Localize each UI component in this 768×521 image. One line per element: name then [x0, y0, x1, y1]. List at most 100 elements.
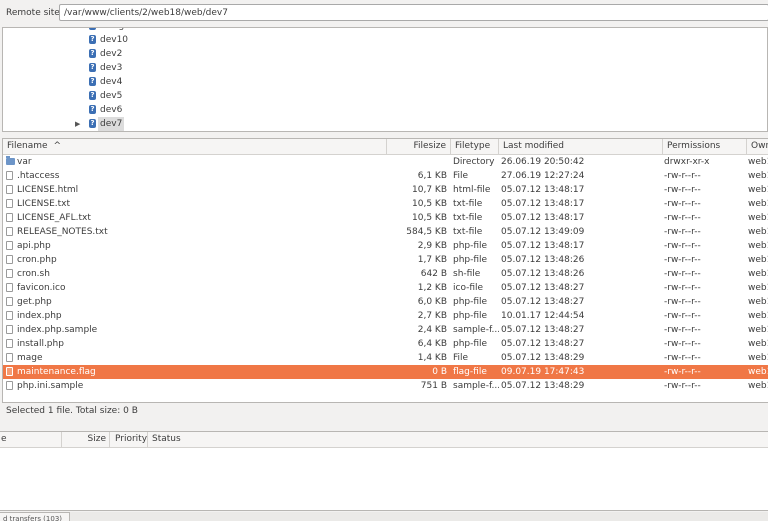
file-owner: web1	[748, 269, 768, 279]
tree-item-label: dev7	[98, 117, 125, 131]
file-permissions: -rw-r--r--	[664, 185, 701, 195]
table-row[interactable]: LICENSE.txt 10,5 KB txt-file 05.07.12 13:48…	[3, 197, 768, 211]
file-size: 2,7 KB	[417, 311, 447, 321]
column-owner[interactable]: Own	[747, 139, 768, 154]
table-row[interactable]: LICENSE.html 10,7 KB html-file 05.07.12 13:…	[3, 183, 768, 197]
selection-status: Selected 1 file. Total size: 0 B	[6, 406, 138, 416]
file-type: php-file	[453, 255, 488, 265]
file-icon	[6, 311, 13, 320]
tree-item-label: dev6	[100, 105, 123, 115]
queue-column-file[interactable]: e	[0, 432, 62, 447]
remote-path-input[interactable]	[59, 4, 768, 21]
tree-item-label: dev3	[100, 63, 123, 73]
tree-item-label: dev4	[100, 77, 123, 87]
file-name: cron.sh	[17, 269, 50, 279]
file-owner: web1	[748, 255, 768, 265]
file-permissions: -rw-r--r--	[664, 199, 701, 209]
table-row[interactable]: .htaccess 6,1 KB File 27.06.19 12:27:24 -rw-…	[3, 169, 768, 183]
file-size: 10,7 KB	[412, 185, 447, 195]
file-modified: 05.07.12 13:48:17	[501, 213, 585, 223]
file-size: 1,2 KB	[417, 283, 447, 293]
file-name: install.php	[17, 339, 64, 349]
file-type: sh-file	[453, 269, 481, 279]
file-list-header: Filename ^ Filesize Filetype Last modifi…	[3, 139, 768, 155]
table-row[interactable]: mage 1,4 KB File 05.07.12 13:48:29 -rw-r--r-…	[3, 351, 768, 365]
file-icon	[6, 325, 13, 334]
unknown-folder-icon: ?	[89, 119, 96, 128]
file-modified: 05.07.12 13:48:29	[501, 381, 585, 391]
file-icon	[6, 367, 13, 376]
transfer-queue[interactable]: e Size Priority Status	[0, 431, 768, 511]
table-row[interactable]: RELEASE_NOTES.txt 584,5 KB txt-file 05.07.1…	[3, 225, 768, 239]
queue-column-size[interactable]: Size	[62, 432, 110, 447]
tree-item[interactable]: ? dev2	[3, 47, 767, 61]
remote-directory-tree[interactable]: ?designer2?dev10?dev2?dev3?dev4?dev5?dev…	[2, 27, 768, 132]
table-row[interactable]: cron.php 1,7 KB php-file 05.07.12 13:48:26 -…	[3, 253, 768, 267]
file-icon	[6, 199, 13, 208]
file-owner: web1	[748, 325, 768, 335]
file-permissions: -rw-r--r--	[664, 171, 701, 181]
expand-arrow-icon[interactable]: ▶	[75, 117, 80, 131]
tab-failed-transfers[interactable]: d transfers (103)	[0, 512, 70, 521]
table-row[interactable]: api.php 2,9 KB php-file 05.07.12 13:48:17 -r…	[3, 239, 768, 253]
file-permissions: -rw-r--r--	[664, 241, 701, 251]
column-permissions[interactable]: Permissions	[663, 139, 747, 154]
file-name: LICENSE.txt	[17, 199, 71, 209]
table-row[interactable]: var Directory 26.06.19 20:50:42 drwxr-xr-x w…	[3, 155, 768, 169]
file-owner: web1	[748, 157, 768, 167]
table-row[interactable]: php.ini.sample 751 B sample-f... 05.07.12 1…	[3, 379, 768, 393]
file-owner: web1	[748, 241, 768, 251]
file-modified: 05.07.12 13:49:09	[501, 227, 585, 237]
file-modified: 05.07.12 13:48:29	[501, 353, 585, 363]
table-row[interactable]: install.php 6,4 KB php-file 05.07.12 13:48:…	[3, 337, 768, 351]
file-icon	[6, 241, 13, 250]
file-owner: web1	[748, 283, 768, 293]
file-modified: 05.07.12 13:48:17	[501, 241, 585, 251]
tree-item-label: dev2	[100, 49, 123, 59]
file-size: 642 B	[420, 269, 447, 279]
unknown-folder-icon: ?	[89, 77, 96, 86]
column-filename-label: Filename	[7, 141, 48, 151]
table-row[interactable]: favicon.ico 1,2 KB ico-file 05.07.12 13:48:…	[3, 281, 768, 295]
column-filename[interactable]: Filename ^	[3, 139, 387, 154]
file-name: LICENSE.html	[17, 185, 79, 195]
tree-item[interactable]: ? dev5	[3, 89, 767, 103]
file-owner: web1	[748, 171, 768, 181]
file-size: 2,9 KB	[417, 241, 447, 251]
tree-item[interactable]: ? dev6	[3, 103, 767, 117]
column-filesize[interactable]: Filesize	[387, 139, 451, 154]
file-icon	[6, 381, 13, 390]
tree-item[interactable]: ? dev4	[3, 75, 767, 89]
file-name: LICENSE_AFL.txt	[17, 213, 91, 223]
table-row[interactable]: cron.sh 642 B sh-file 05.07.12 13:48:26 -rw-…	[3, 267, 768, 281]
file-type: php-file	[453, 339, 488, 349]
tree-item[interactable]: ? dev3	[3, 61, 767, 75]
tree-item[interactable]: ? dev10	[3, 33, 767, 47]
file-permissions: -rw-r--r--	[664, 213, 701, 223]
column-last-modified[interactable]: Last modified	[499, 139, 663, 154]
file-icon	[6, 269, 13, 278]
column-filetype[interactable]: Filetype	[451, 139, 499, 154]
file-name: RELEASE_NOTES.txt	[17, 227, 108, 237]
file-modified: 09.07.19 17:47:43	[501, 367, 585, 377]
file-type: php-file	[453, 297, 488, 307]
remote-file-list[interactable]: Filename ^ Filesize Filetype Last modifi…	[2, 138, 768, 403]
unknown-folder-icon: ?	[89, 63, 96, 72]
file-permissions: -rw-r--r--	[664, 367, 701, 377]
queue-column-priority[interactable]: Priority	[110, 432, 148, 447]
file-size: 1,4 KB	[417, 353, 447, 363]
table-row[interactable]: index.php.sample 2,4 KB sample-f... 05.07.1…	[3, 323, 768, 337]
remote-site-bar: Remote site:	[0, 0, 768, 26]
file-modified: 05.07.12 13:48:27	[501, 325, 585, 335]
table-row[interactable]: index.php 2,7 KB php-file 10.01.17 12:44:54…	[3, 309, 768, 323]
file-type: sample-f...	[453, 381, 499, 391]
file-name: mage	[17, 353, 43, 363]
queue-column-status[interactable]: Status	[148, 432, 228, 447]
file-size: 10,5 KB	[412, 199, 447, 209]
file-permissions: -rw-r--r--	[664, 283, 701, 293]
table-row[interactable]: LICENSE_AFL.txt 10,5 KB txt-file 05.07.12 1…	[3, 211, 768, 225]
table-row[interactable]: get.php 6,0 KB php-file 05.07.12 13:48:27 -r…	[3, 295, 768, 309]
table-row[interactable]: maintenance.flag 0 B flag-file 09.07.19 17:…	[3, 365, 768, 379]
tree-item[interactable]: ▶? dev7	[3, 117, 767, 131]
file-icon	[6, 227, 13, 236]
